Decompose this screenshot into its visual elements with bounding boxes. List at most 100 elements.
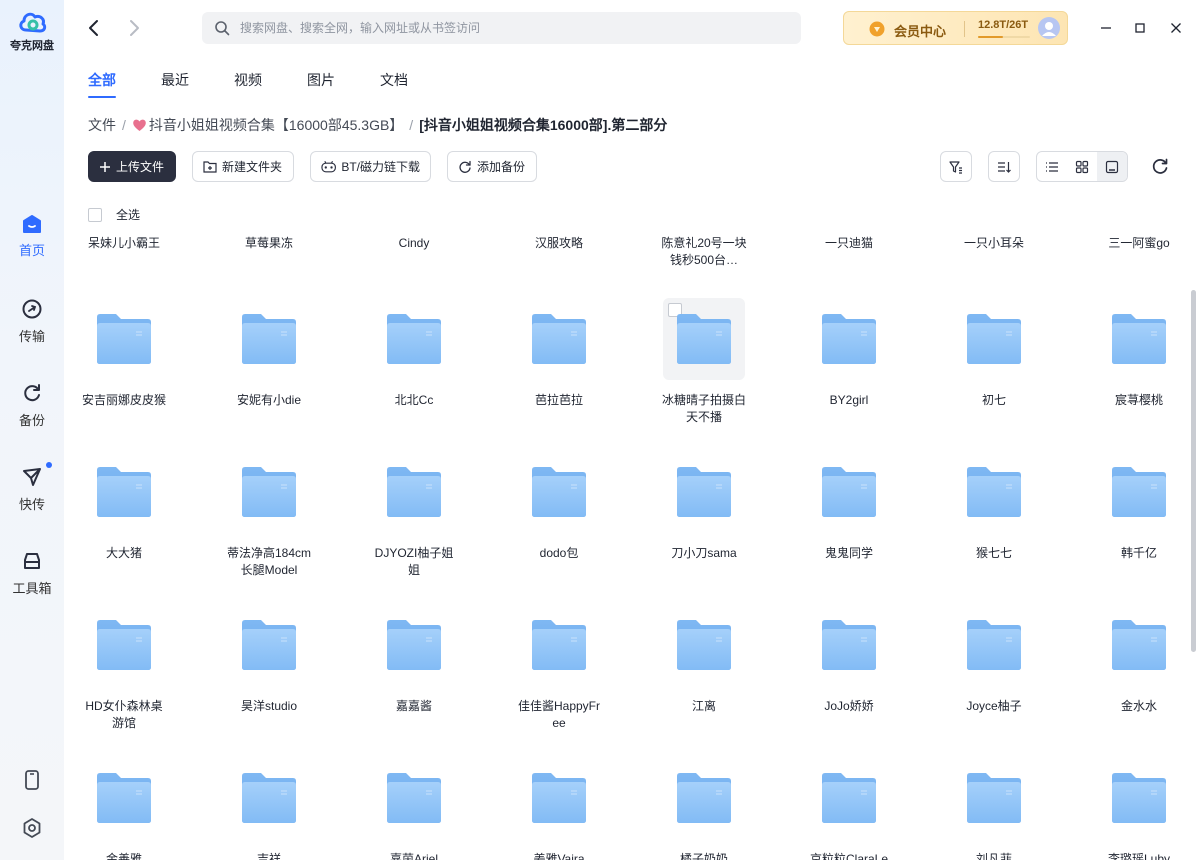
folder-item[interactable]: 鬼鬼同学 [799,466,899,562]
folder-name: 刘凡菲 [975,852,1012,860]
folder-name: 安吉丽娜皮皮猴 [81,393,166,407]
folder-icon [1112,773,1166,823]
folder-icon [532,314,586,364]
folder-item[interactable]: 一只迪猫 [799,235,899,252]
folder-icon [967,773,1021,823]
folder-item[interactable]: 大大猪 [74,466,174,562]
folder-name: 呆妹儿小霸王 [87,236,160,250]
folder-icon [242,467,296,517]
folder-item[interactable]: 嘉茵Ariel [364,772,464,860]
folder-icon [532,773,586,823]
settings-gear-icon[interactable] [20,816,44,840]
home-icon [23,215,41,233]
folder-item[interactable]: 安吉丽娜皮皮猴 [74,313,174,409]
folder-item[interactable]: 韩千亿 [1089,466,1189,562]
folder-item[interactable]: 嘉嘉酱 [364,619,464,715]
folder-item[interactable]: Joyce柚子 [944,619,1044,715]
folder-name: 三一阿蜜go [1108,236,1170,250]
sidebar-item-toolbox[interactable]: 工具箱 [0,550,64,597]
folder-item[interactable]: BY2girl [799,313,899,409]
folder-name: 京粒粒ClaraLe [809,852,889,860]
folder-icon [967,467,1021,517]
folder-icon [532,467,586,517]
vertical-scrollbar[interactable] [1191,290,1196,652]
folder-item[interactable]: 江离 [654,619,754,715]
folder-item[interactable]: 刀小刀sama [654,466,754,562]
folder-item[interactable]: 橘子奶奶 [654,772,754,860]
folder-item[interactable]: HD女仆森林桌游馆 [74,619,174,732]
folder-name: HD女仆森林桌游馆 [85,699,163,730]
app-name: 夸克网盘 [10,40,54,52]
folder-item[interactable]: 一只小耳朵 [944,235,1044,252]
folder-name: 一只迪猫 [824,236,873,250]
folder-item[interactable]: JoJo娇娇 [799,619,899,715]
transfer-icon [22,299,42,319]
sidebar-item-label: 传输 [18,329,45,344]
folder-name: 佳佳酱HappyFree [517,699,600,730]
folder-icon [97,620,151,670]
folder-name: Cindy [398,236,430,250]
folder-item[interactable]: 佳佳酱HappyFree [509,619,609,732]
cloud-logo-icon [19,12,47,33]
folder-item[interactable]: 芭拉芭拉 [509,313,609,409]
sidebar-item-label: 备份 [18,413,45,428]
sidebar-item-transfer[interactable]: 传输 [0,298,64,345]
toolbox-icon [24,553,40,569]
sidebar-item-home[interactable]: 首页 [0,214,64,259]
folder-item[interactable]: 京粒粒ClaraLe [799,772,899,860]
folder-item[interactable]: 北北Cc [364,313,464,409]
folder-item[interactable]: Cindy [364,235,464,252]
folder-icon [822,620,876,670]
folder-item[interactable]: 蒂法净高184cm长腿Model [219,466,319,579]
folder-item[interactable]: 冰糖晴子拍摄白天不播 [654,298,754,426]
folder-icon [1112,620,1166,670]
folder-icon [967,314,1021,364]
folder-name: BY2girl [829,393,869,407]
folder-item[interactable]: 安妮有小die [219,313,319,409]
folder-name: 金水水 [1120,699,1157,713]
folder-name: 北北Cc [394,393,434,407]
folder-item[interactable]: DJYOZI柚子姐姐 [364,466,464,579]
folder-item[interactable]: 姜雅Vaira [509,772,609,860]
folder-name: 韩千亿 [1120,546,1157,560]
folder-item[interactable]: 陈意礼20号一块钱秒500台… [654,235,754,269]
folder-name: JoJo娇娇 [824,699,874,713]
app-logo[interactable]: 夸克网盘 [8,8,56,53]
folder-item[interactable]: 初七 [944,313,1044,409]
quick-send-icon [23,468,41,486]
folder-item[interactable]: 吉祥 [219,772,319,860]
folder-icon [97,467,151,517]
folder-icon [387,773,441,823]
folder-item[interactable]: 三一阿蜜go [1089,235,1189,252]
folder-icon [967,620,1021,670]
folder-item[interactable]: dodo包 [509,466,609,562]
folder-name: 嘉嘉酱 [395,699,432,713]
notification-dot [46,462,52,468]
folder-item[interactable]: 草莓果冻 [219,235,319,252]
folder-item[interactable]: 呆妹儿小霸王 [74,235,174,252]
folder-name: 昊洋studio [240,699,298,713]
folder-name: 宸荨樱桃 [1114,393,1163,407]
folder-item[interactable]: 金善雅 [74,772,174,860]
folder-icon [822,773,876,823]
folder-item[interactable]: 李璐瑶Luby [1089,772,1189,860]
sidebar-item-backup[interactable]: 备份 [0,382,64,429]
sidebar-item-label: 首页 [18,243,45,258]
folder-item[interactable]: 金水水 [1089,619,1189,715]
folder-item[interactable]: 汉服攻略 [509,235,609,252]
sidebar-item-label: 工具箱 [12,581,52,596]
folder-item[interactable]: 猴七七 [944,466,1044,562]
folder-name: 吉祥 [256,852,281,860]
folder-name: 橘子奶奶 [679,852,728,860]
folder-item[interactable]: 刘凡菲 [944,772,1044,860]
folder-item[interactable]: 昊洋studio [219,619,319,715]
file-grid: 呆妹儿小霸王 草莓果冻 Cindy 汉服攻略 陈意礼20号一块钱秒500台… 一只迪猫 一只… [64,0,1189,860]
folder-name: 李璐瑶Luby [1107,852,1171,860]
folder-name: 一只小耳朵 [963,236,1024,250]
phone-icon[interactable] [20,768,44,792]
sidebar-item-quick-send[interactable]: 快传 [0,462,64,513]
folder-name: 安妮有小die [236,393,301,407]
folder-name: DJYOZI柚子姐姐 [374,546,454,577]
folder-icon [532,620,586,670]
folder-item[interactable]: 宸荨樱桃 [1089,313,1189,409]
